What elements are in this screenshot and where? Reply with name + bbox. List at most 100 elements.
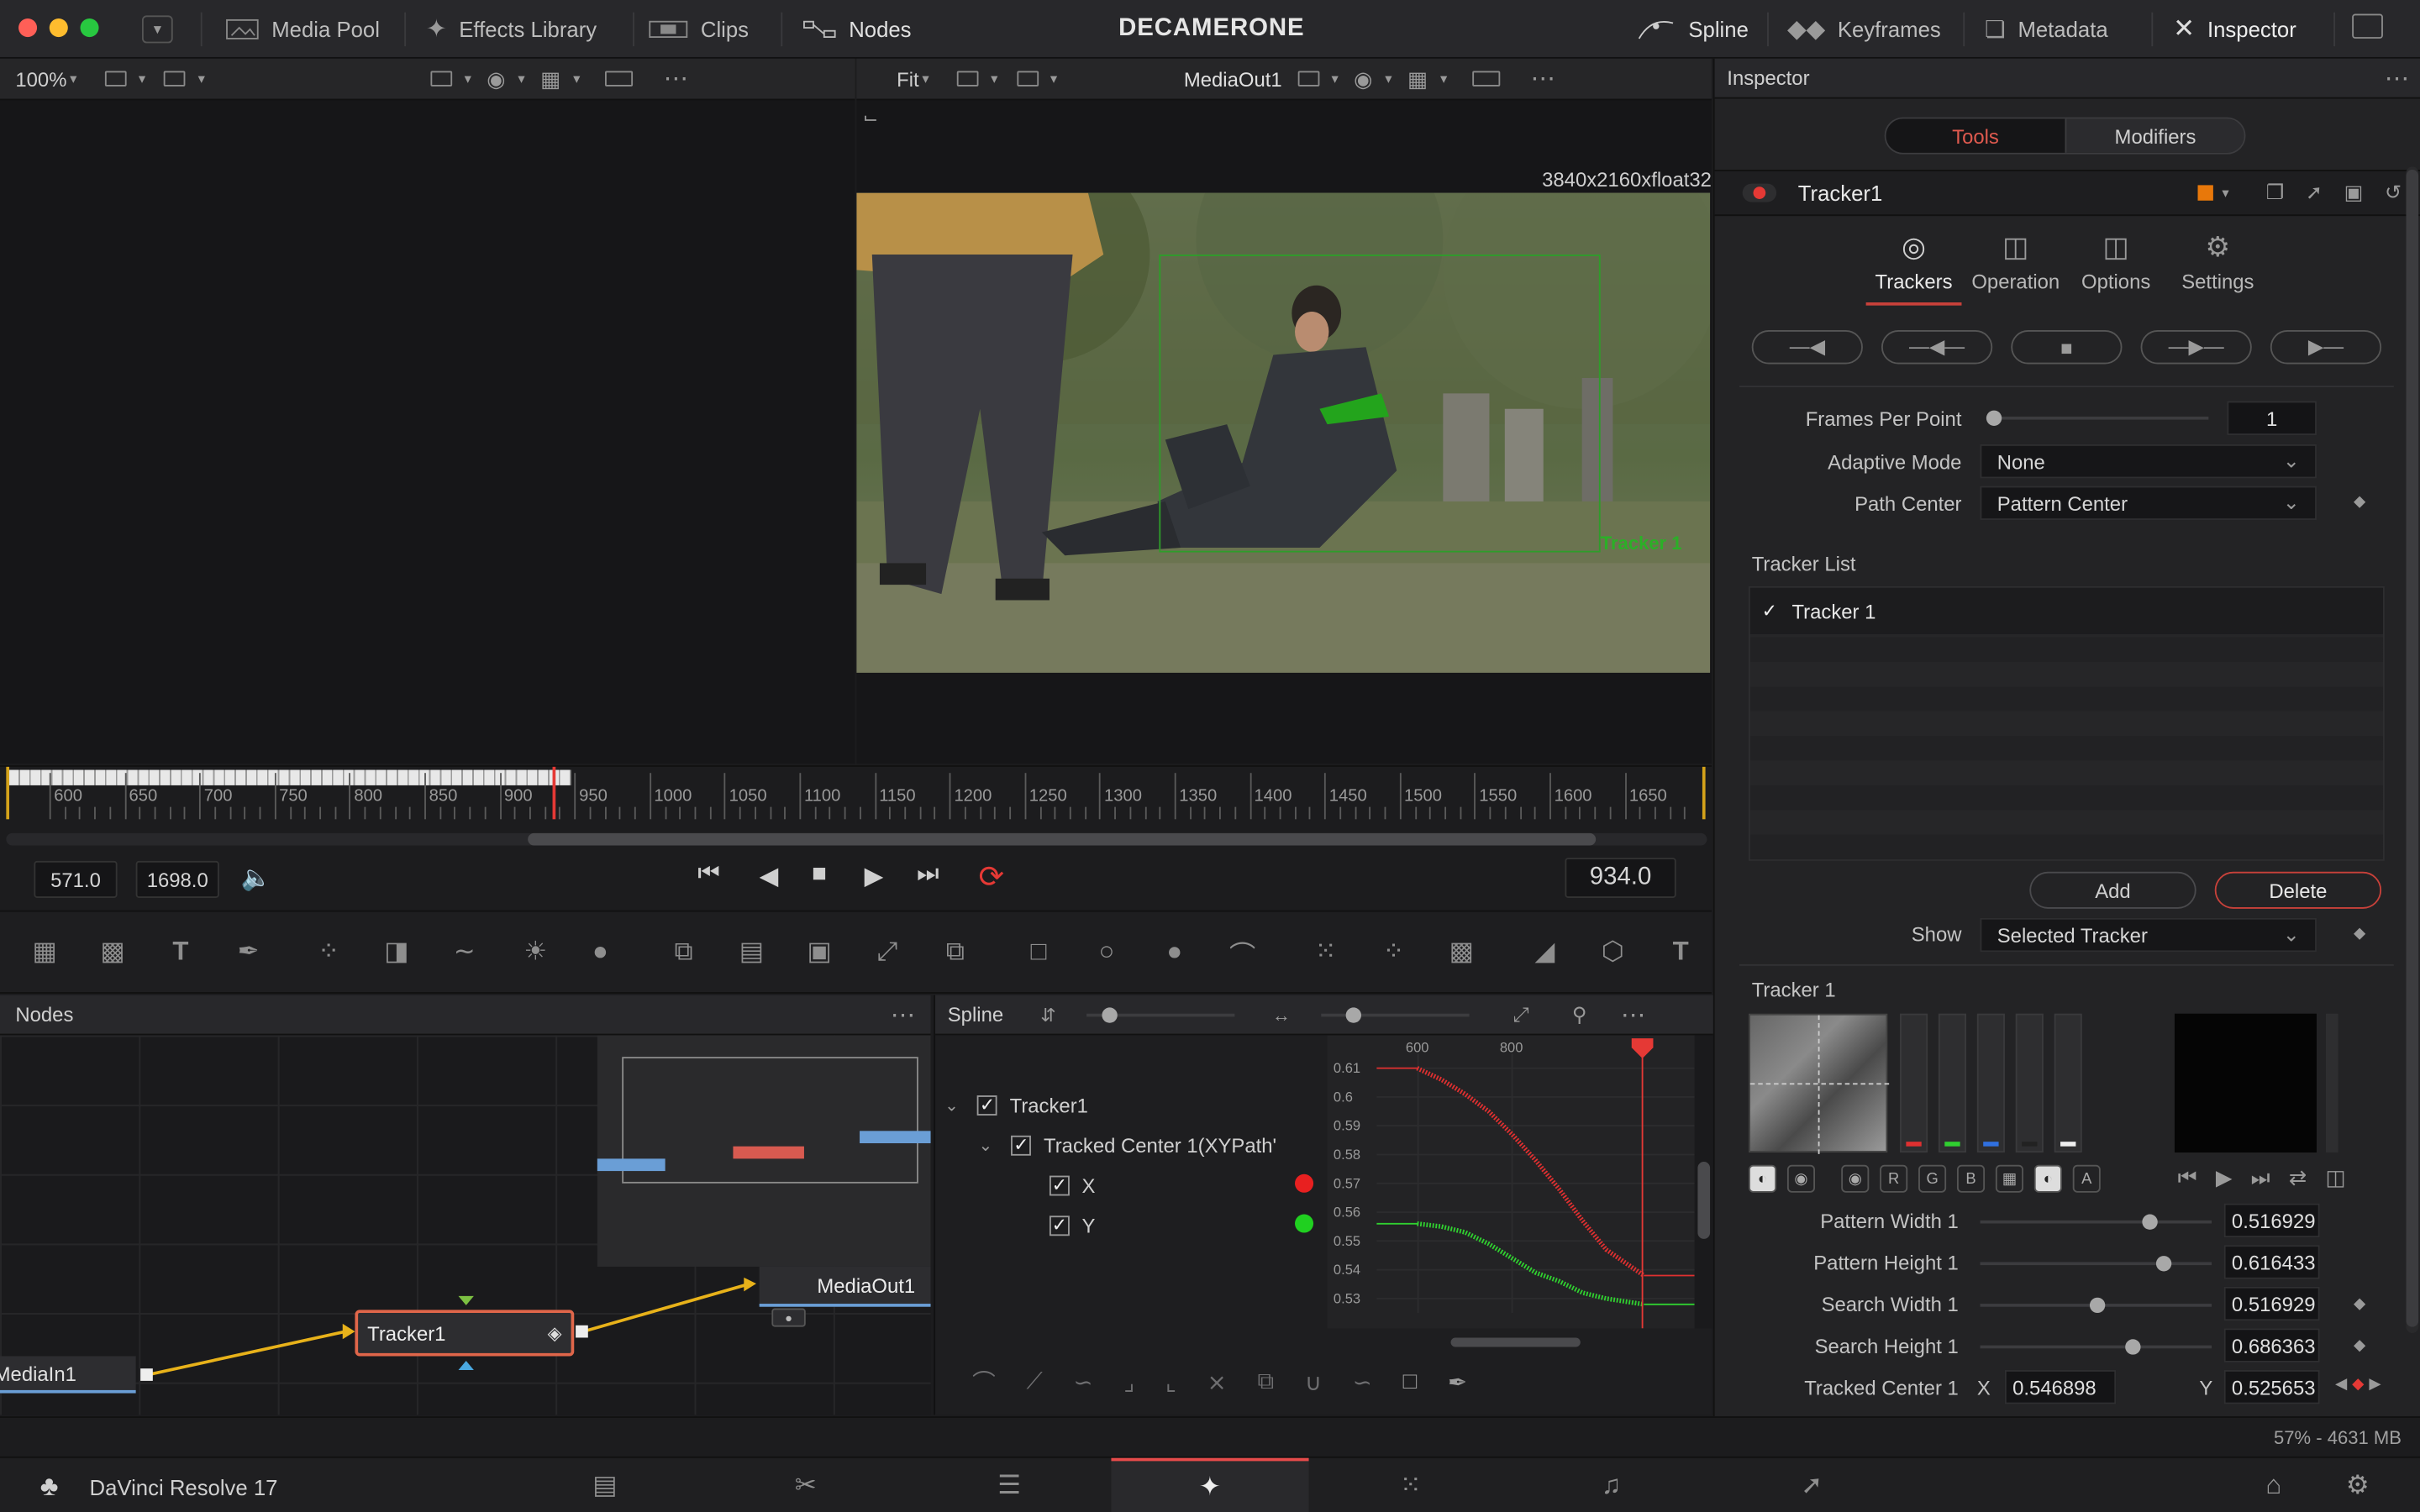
trash-icon[interactable]: ◫ <box>2325 1165 2345 1191</box>
timeline-scrollbar[interactable] <box>6 832 1707 846</box>
chevron-down-icon[interactable]: ⌄ <box>978 1135 992 1155</box>
gear-icon[interactable]: ⚙ <box>2346 1470 2370 1501</box>
inspector-scrollbar[interactable] <box>2406 166 2419 1333</box>
play-forward-icon[interactable]: ▶ <box>865 861 884 892</box>
blur-tool-icon[interactable]: ● <box>581 932 621 972</box>
add-tracker-button[interactable]: Add <box>2029 871 2196 909</box>
color-channel-icon[interactable]: ◉ <box>487 66 505 92</box>
search-height-slider[interactable] <box>1980 1339 2212 1355</box>
tab-tools[interactable]: Tools <box>1886 118 2065 153</box>
color-corrector-tool-icon[interactable]: ☀ <box>515 932 555 972</box>
paint-tool-icon[interactable]: ✒ <box>229 932 269 972</box>
resize-tool-icon[interactable]: ⤢ <box>867 932 908 972</box>
fit-view-icon[interactable]: ⤢ <box>1512 1002 1528 1026</box>
fullscreen-viewer-icon[interactable] <box>2352 13 2383 39</box>
right-roi-icon[interactable] <box>1297 71 1319 87</box>
reverse-icon[interactable]: ⨯ <box>1207 1368 1227 1395</box>
pattern-width-knob[interactable] <box>2142 1214 2158 1230</box>
alpha-channel-button[interactable]: A <box>2072 1164 2101 1193</box>
keyframe-diamond-icon[interactable]: ◆ <box>2354 494 2365 511</box>
track-forward-button[interactable]: —▶— <box>2140 330 2252 365</box>
green-channel-button[interactable]: G <box>1918 1164 1947 1193</box>
text-plus-tool-icon[interactable]: T <box>1660 932 1701 972</box>
subtab-options[interactable]: ◫ Options <box>2070 232 2162 293</box>
render-end-marker[interactable] <box>1702 766 1706 820</box>
split-view-icon[interactable] <box>104 71 127 87</box>
node-mediaout[interactable]: MediaOut1 <box>759 1266 931 1307</box>
blue-channel-button[interactable]: B <box>1956 1164 1986 1193</box>
keyframe-diamond-icon[interactable]: ◆ <box>2354 926 2365 942</box>
global-end-field[interactable]: 1698.0 <box>135 860 219 898</box>
bspline-mask-icon[interactable]: ⌒ <box>1223 932 1263 972</box>
tracker-list-item[interactable]: ✓ Tracker 1 <box>1749 587 2383 634</box>
search-width-input[interactable]: 0.516929 <box>2223 1286 2320 1321</box>
pattern-height-knob[interactable] <box>2155 1256 2172 1272</box>
brightness-contrast-tool-icon[interactable]: ◨ <box>376 932 417 972</box>
delete-tracker-button[interactable]: Delete <box>2214 871 2382 909</box>
polygon-mask-icon[interactable]: ⦁ <box>1155 932 1195 972</box>
checker-toggle-icon[interactable]: ▦ <box>1995 1164 2023 1193</box>
pattern-height-input[interactable]: 0.616433 <box>2223 1245 2320 1279</box>
channel-booleans-tool-icon[interactable]: ▤ <box>732 932 772 972</box>
metadata-button[interactable]: ❏ Metadata <box>1985 0 2108 59</box>
merge3d-tool-icon[interactable]: ⬡ <box>1593 932 1634 972</box>
mediaout-view-toggle-icon[interactable]: ● <box>771 1308 806 1327</box>
lock-icon[interactable]: ▣ <box>2344 181 2364 205</box>
page-cut-button[interactable]: ✂ <box>707 1458 904 1512</box>
particles-tool-icon[interactable]: ⁘ <box>308 932 349 972</box>
tracked-center-y-input[interactable]: 0.525653 <box>2223 1370 2320 1404</box>
image-plane-tool-icon[interactable]: ▩ <box>92 932 133 972</box>
zoom-window-button[interactable] <box>80 18 99 38</box>
chevron-down-icon[interactable]: ⌄ <box>944 1095 959 1115</box>
tab-modifiers[interactable]: Modifiers <box>2065 118 2244 153</box>
safe-area-icon[interactable] <box>604 71 633 87</box>
loop-icon[interactable]: ⇄ <box>2289 1165 2307 1191</box>
render-start-marker[interactable] <box>6 766 10 820</box>
right-viewer-fit[interactable]: Fit <box>897 67 919 91</box>
rectangle-mask-icon[interactable]: □ <box>1018 932 1059 972</box>
step-in-icon[interactable]: ⌟ <box>1123 1368 1134 1395</box>
left-viewer-more-icon[interactable]: ⋯ <box>664 63 688 94</box>
spline-zoom-slider[interactable] <box>1086 1006 1235 1022</box>
subtab-settings[interactable]: ⚙ Settings <box>2169 232 2268 293</box>
select-tool-icon[interactable]: □ <box>1403 1368 1418 1394</box>
skip-forward-icon[interactable]: ⏭ <box>2251 1165 2270 1191</box>
draw-spline-icon[interactable]: ✒ <box>1448 1368 1467 1395</box>
right-split-view-icon[interactable] <box>956 71 979 87</box>
audio-icon[interactable]: 🔈 <box>241 863 272 894</box>
spline-sort-icon[interactable]: ⇵ <box>1040 1004 1055 1026</box>
linear-icon[interactable]: ⟋ <box>1026 1368 1042 1394</box>
media-pool-button[interactable]: Media Pool <box>225 0 380 59</box>
global-start-field[interactable]: 571.0 <box>34 860 118 898</box>
pattern-width-slider[interactable] <box>1980 1214 2212 1230</box>
invert-icon[interactable]: ∽ <box>1074 1368 1093 1395</box>
tracker-preview-scrollbar[interactable] <box>2325 1013 2338 1153</box>
spline-hzoom-knob[interactable] <box>1346 1006 1362 1022</box>
node-enable-toggle[interactable] <box>1742 183 1777 202</box>
zoom-icon[interactable]: ⚲ <box>1572 1002 1587 1026</box>
y-channel-checkbox[interactable]: ✓ <box>1049 1215 1070 1236</box>
timeline-ruler[interactable]: 600 650 700 750 800 850 900 950 1000 1050 1100 1150… <box>0 765 1712 822</box>
right-safe-area-icon[interactable] <box>1471 71 1500 87</box>
loop-playback-icon[interactable]: ⟳ <box>978 858 1004 896</box>
text-tool-icon[interactable]: T <box>160 932 201 972</box>
spline-hscroll-thumb[interactable] <box>1450 1337 1581 1347</box>
track-forward-from-start-button[interactable]: ▶— <box>2270 330 2382 365</box>
pattern-width-input[interactable]: 0.516929 <box>2223 1203 2320 1238</box>
text3d-tool-icon[interactable]: ▩ <box>1442 932 1482 972</box>
red-channel-button[interactable]: R <box>1880 1164 1908 1193</box>
right-color-channel-icon[interactable]: ◉ <box>1354 66 1372 92</box>
node-color-swatch[interactable] <box>2196 185 2213 201</box>
nodes-button[interactable]: Nodes <box>802 0 912 59</box>
node-tracker[interactable]: Tracker1 ◈ <box>355 1310 575 1357</box>
go-to-end-icon[interactable]: ⏭ <box>917 861 939 889</box>
spline-tree-x[interactable]: ✓ X <box>1049 1171 1095 1199</box>
home-icon[interactable]: ⌂ <box>2265 1470 2281 1501</box>
minimize-window-button[interactable] <box>49 18 68 38</box>
roi-icon[interactable] <box>430 71 452 87</box>
go-to-start-icon[interactable]: ⏮ <box>697 861 719 889</box>
spline-tree-y[interactable]: ✓ Y <box>1049 1211 1095 1239</box>
play-icon[interactable]: ▶ <box>2216 1165 2233 1191</box>
right-viewer-more-icon[interactable]: ⋯ <box>1530 63 1555 94</box>
frames-per-point-slider[interactable] <box>1986 410 2209 426</box>
